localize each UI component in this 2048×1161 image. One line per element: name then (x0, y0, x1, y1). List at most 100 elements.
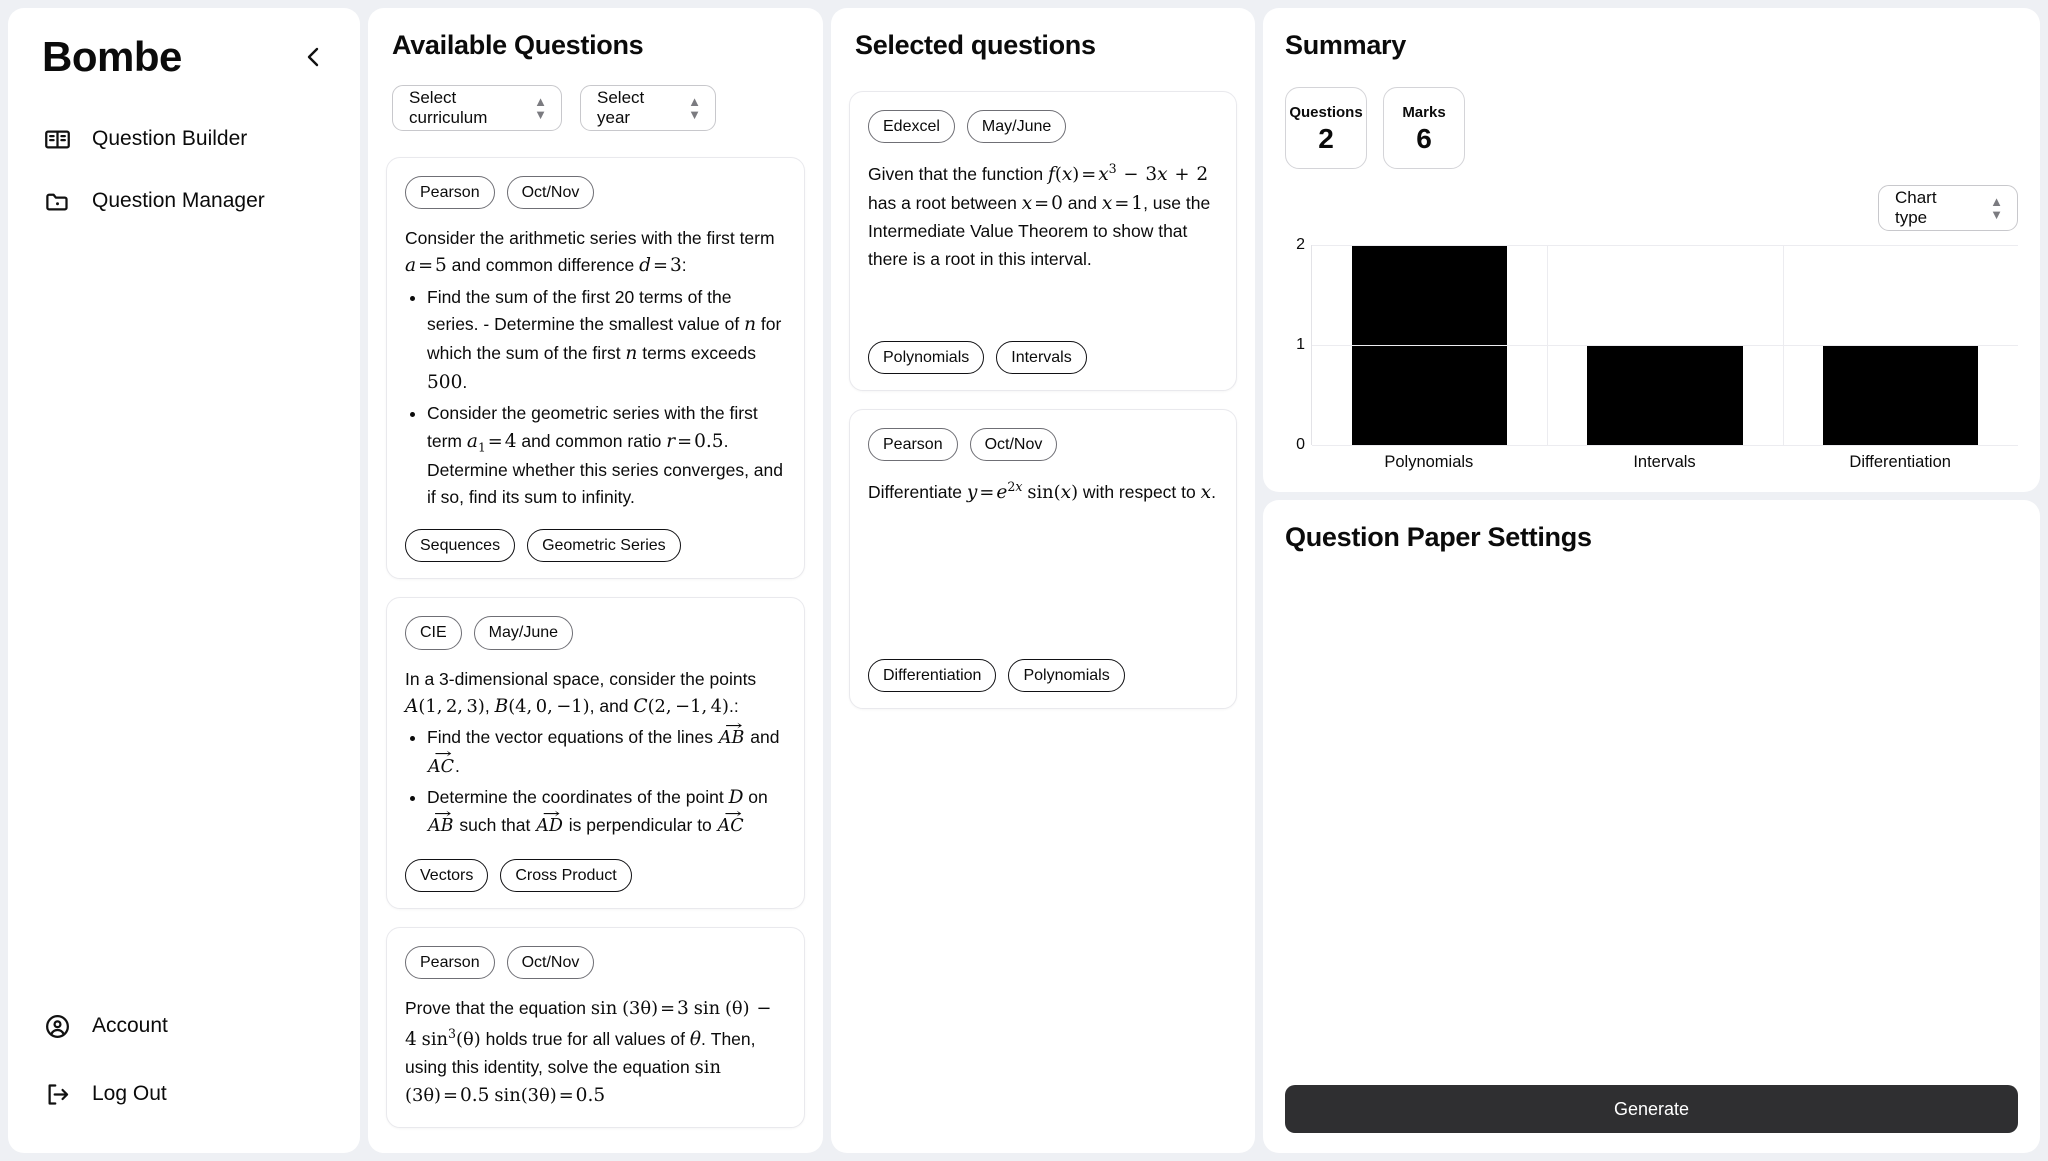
user-circle-icon (42, 1011, 72, 1041)
app-root: Bombe Question Builder Question Manager … (0, 0, 2048, 1161)
chart-x-tick-label: Polynomials (1384, 453, 1474, 471)
app-brand: Bombe (42, 33, 182, 80)
sidebar-header: Bombe (8, 30, 360, 84)
chart-y-axis: 0 1 2 (1285, 236, 1311, 453)
stat-value: 2 (1318, 122, 1334, 154)
chart-x-axis-labels: Polynomials Intervals Differentiation (1311, 453, 2018, 472)
available-question-list: Pearson Oct/Nov Consider the arithmetic … (386, 157, 805, 1128)
sidebar: Bombe Question Builder Question Manager … (8, 8, 360, 1153)
book-open-icon (42, 124, 72, 154)
topic-tag[interactable]: Geometric Series (527, 529, 681, 563)
session-pill: Oct/Nov (506, 176, 595, 210)
board-pill: Pearson (868, 428, 958, 462)
chart-gridline (1312, 345, 2018, 346)
chevron-updown-icon: ▲ ▼ (534, 94, 547, 122)
board-pill: Pearson (405, 176, 495, 210)
tag-pill-row: Differentiation Polynomials (868, 658, 1218, 692)
selected-questions-panel: Selected questions Edexcel May/June Give… (831, 8, 1255, 1153)
chart-type-select[interactable]: Chart type ▲ ▼ (1878, 185, 2018, 231)
board-pill: CIE (405, 616, 462, 650)
question-bullet: Determine the coordinates of the point D… (427, 784, 786, 841)
topic-bar-chart: 0 1 2 (1285, 236, 2018, 453)
filter-row: Select curriculum ▲ ▼ Select year ▲ ▼ (386, 85, 805, 131)
chevron-updown-icon: ▲ ▼ (1990, 194, 2003, 222)
question-bullet: Consider the geometric series with the f… (427, 400, 786, 511)
topic-tag[interactable]: Cross Product (500, 858, 632, 892)
meta-pill-row: Pearson Oct/Nov (868, 428, 1218, 462)
stat-label: Marks (1402, 103, 1446, 121)
summary-panel: Summary Questions 2 Marks 6 Chart type ▲… (1263, 8, 2040, 492)
chart-type-select-value: Chart type (1895, 188, 1937, 227)
page-title-available: Available Questions (392, 30, 644, 60)
topic-tag[interactable]: Differentiation (868, 658, 997, 692)
session-pill: Oct/Nov (969, 428, 1058, 462)
board-pill: Pearson (405, 945, 495, 979)
question-card[interactable]: CIE May/June In a 3-dimensional space, c… (386, 597, 805, 909)
year-select[interactable]: Select year ▲ ▼ (580, 85, 716, 131)
chart-x-tick-label: Differentiation (1849, 453, 1951, 471)
question-text: Given that the function f(x) = x3 − 3x + 2… (868, 161, 1211, 269)
topic-tag[interactable]: Polynomials (1008, 658, 1125, 692)
chart-y-tick-label: 0 (1296, 436, 1305, 453)
chart-x-tick-label: Intervals (1633, 453, 1696, 471)
curriculum-select-value: Select curriculum (409, 88, 488, 127)
sidebar-nav: Question Builder Question Manager (8, 118, 360, 222)
sidebar-item-label: Question Builder (92, 127, 248, 150)
page-title-settings: Question Paper Settings (1285, 522, 1592, 552)
summary-stats: Questions 2 Marks 6 (1285, 87, 2018, 169)
meta-pill-row: Pearson Oct/Nov (405, 176, 786, 210)
year-select-value: Select year (597, 88, 645, 127)
question-text: Prove that the equation sin (3θ) = 3 sin (… (405, 997, 772, 1106)
sidebar-item-label: Account (92, 1014, 168, 1037)
board-pill: Edexcel (868, 110, 955, 144)
folder-icon (42, 186, 72, 216)
question-card[interactable]: Pearson Oct/Nov Prove that the equation … (386, 926, 805, 1128)
chart-gridline (1312, 245, 2018, 246)
card-spacer (868, 273, 1218, 323)
session-pill: Oct/Nov (506, 945, 595, 979)
stat-card-marks: Marks 6 (1383, 87, 1465, 169)
chart-toolbar: Chart type ▲ ▼ (1285, 185, 2018, 231)
sidebar-item-label: Question Manager (92, 189, 265, 212)
tag-pill-row: Polynomials Intervals (868, 340, 1218, 374)
chart-bar[interactable] (1822, 345, 1978, 445)
chart-y-tick-label: 2 (1296, 236, 1305, 253)
selected-question-list: Edexcel May/June Given that the function… (849, 91, 1237, 709)
page-title-selected: Selected questions (855, 30, 1096, 60)
card-spacer (868, 508, 1218, 641)
chart-category-divider (1782, 245, 1784, 445)
sidebar-item-account[interactable]: Account (8, 1005, 360, 1047)
question-text: In a 3-dimensional space, consider the p… (405, 666, 786, 841)
stat-value: 6 (1416, 122, 1432, 154)
topic-tag[interactable]: Polynomials (868, 340, 985, 374)
question-bullet: Find the sum of the first 20 terms of th… (427, 284, 786, 397)
sidebar-item-question-manager[interactable]: Question Manager (8, 180, 360, 222)
settings-body (1285, 553, 2018, 1085)
selected-question-card[interactable]: Edexcel May/June Given that the function… (849, 91, 1237, 391)
topic-tag[interactable]: Intervals (996, 340, 1087, 374)
chart-gridline (1312, 445, 2018, 446)
chart-y-tick-label: 1 (1296, 336, 1305, 353)
topic-tag[interactable]: Vectors (405, 858, 489, 892)
chart-bar[interactable] (1587, 345, 1743, 445)
curriculum-select[interactable]: Select curriculum ▲ ▼ (392, 85, 562, 131)
topic-tag[interactable]: Sequences (405, 529, 516, 563)
stat-card-questions: Questions 2 (1285, 87, 1367, 169)
question-bullet: Find the vector equations of the lines A… (427, 724, 786, 780)
sidebar-item-logout[interactable]: Log Out (8, 1073, 360, 1115)
available-questions-panel: Available Questions Select curriculum ▲ ▼… (368, 8, 823, 1153)
session-pill: May/June (473, 616, 574, 650)
question-card[interactable]: Pearson Oct/Nov Consider the arithmetic … (386, 157, 805, 580)
sidebar-item-question-builder[interactable]: Question Builder (8, 118, 360, 160)
generate-button[interactable]: Generate (1285, 1085, 2018, 1133)
meta-pill-row: Edexcel May/June (868, 110, 1218, 144)
meta-pill-row: CIE May/June (405, 616, 786, 650)
selected-question-card[interactable]: Pearson Oct/Nov Differentiate y = e2x sin(… (849, 409, 1237, 709)
stat-label: Questions (1289, 103, 1363, 121)
sidebar-footer-nav: Account Log Out (8, 1005, 360, 1127)
chart-category-divider (1547, 245, 1549, 445)
chevron-left-icon[interactable] (296, 40, 330, 74)
session-pill: May/June (966, 110, 1067, 144)
chart-plot-area (1311, 245, 2018, 446)
question-paper-settings-panel: Question Paper Settings Generate (1263, 500, 2040, 1153)
